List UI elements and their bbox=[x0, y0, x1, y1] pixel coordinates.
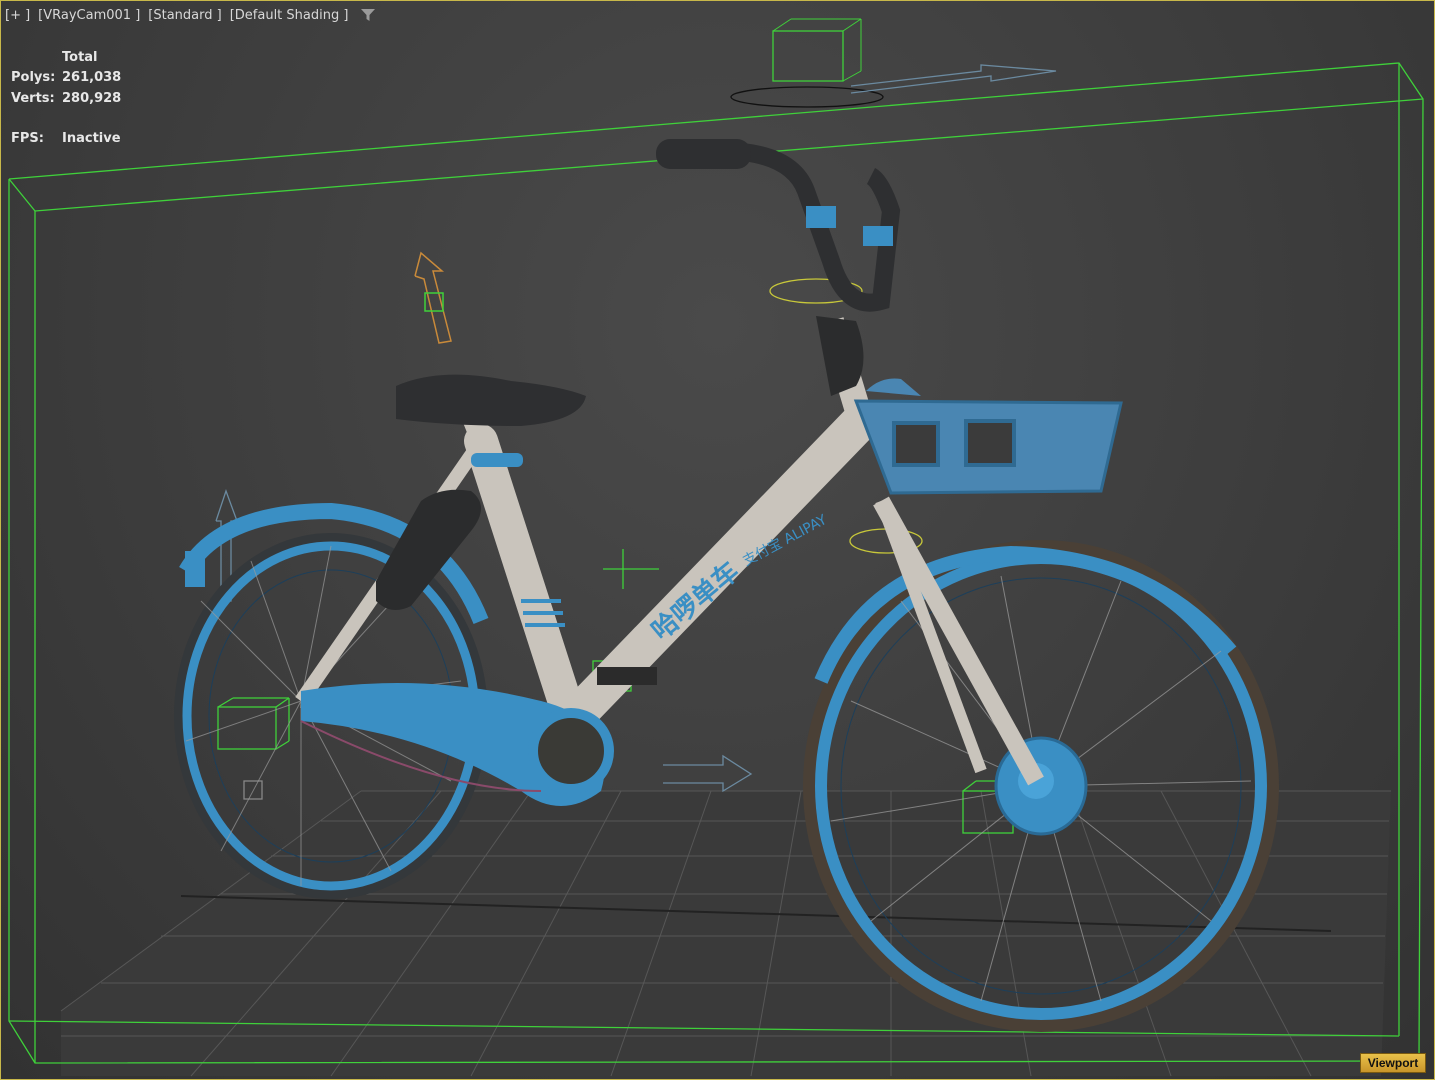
funnel-icon[interactable] bbox=[360, 7, 376, 23]
verts-value: 280,928 bbox=[62, 90, 122, 106]
pedal bbox=[597, 667, 657, 685]
viewport-standard-menu[interactable]: [Standard ] bbox=[148, 8, 221, 23]
scene-canvas[interactable]: 哈啰单车 支付宝 ALIPAY bbox=[1, 1, 1435, 1080]
stats-header: Total bbox=[62, 49, 98, 65]
fps-label: FPS: bbox=[11, 131, 44, 147]
viewport-general-menu[interactable]: [+ ] bbox=[5, 8, 30, 23]
viewport-point-of-view-menu[interactable]: [VRayCam001 ] bbox=[38, 8, 140, 23]
handlebar bbox=[656, 139, 901, 396]
fps-value: Inactive bbox=[62, 131, 121, 147]
scene-statistics: Total Polys: 261,038 Verts: 280,928 FPS: In… bbox=[11, 47, 121, 149]
viewport-shading-menu[interactable]: [Default Shading ] bbox=[230, 8, 349, 23]
polys-label: Polys: bbox=[11, 70, 56, 86]
verts-label: Verts: bbox=[11, 90, 55, 106]
viewport-badge-button[interactable]: Viewport bbox=[1360, 1053, 1426, 1073]
light-helper bbox=[730, 18, 1057, 108]
polys-value: 261,038 bbox=[62, 70, 122, 86]
viewport-label-menu: [+ ] [VRayCam001 ] [Standard ] [Default … bbox=[5, 5, 376, 25]
bike-seat bbox=[396, 374, 586, 474]
orange-arrow-helper bbox=[414, 251, 452, 344]
3d-viewport[interactable]: 哈啰单车 支付宝 ALIPAY [+] [VRayCam001] [Stan… bbox=[0, 0, 1435, 1080]
